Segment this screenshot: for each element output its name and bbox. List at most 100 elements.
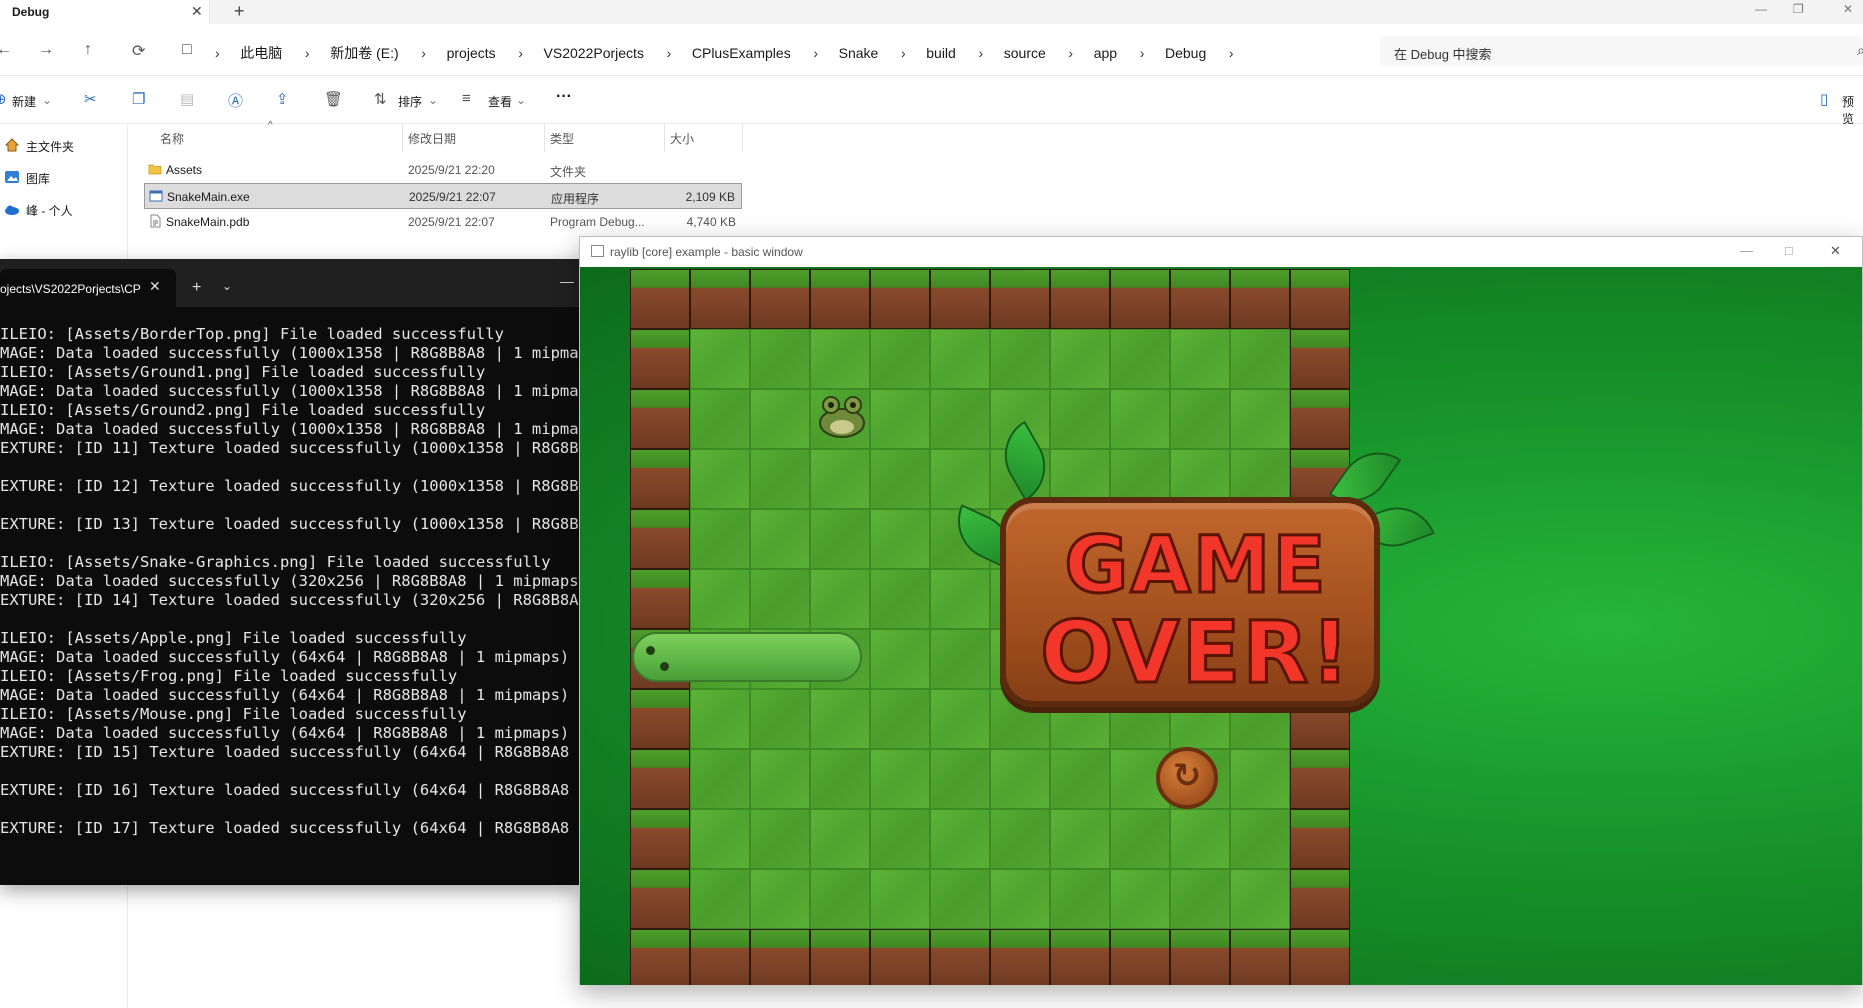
close-icon[interactable]: ✕ bbox=[149, 278, 161, 295]
border-tile bbox=[1110, 929, 1170, 985]
grass-tile bbox=[750, 569, 810, 629]
border-tile bbox=[870, 929, 930, 985]
grass-tile bbox=[690, 869, 750, 929]
column-divider[interactable] bbox=[544, 124, 545, 152]
search-icon[interactable]: ⌕ bbox=[1857, 42, 1863, 59]
tab-close-icon[interactable]: ✕ bbox=[191, 3, 203, 20]
restore-icon[interactable]: ❐ bbox=[1793, 2, 1804, 16]
this-pc-icon[interactable]: □ bbox=[182, 41, 192, 59]
minimize-icon[interactable]: — bbox=[1740, 243, 1753, 258]
file-row-assets[interactable]: Assets 2025/9/21 22:20 文件夹 bbox=[144, 157, 742, 183]
game-titlebar[interactable]: raylib [core] example - basic window — □… bbox=[580, 237, 1862, 267]
close-icon[interactable]: ✕ bbox=[1843, 2, 1853, 16]
explorer-tab[interactable]: Debug ✕ bbox=[0, 0, 210, 24]
column-divider[interactable] bbox=[402, 124, 403, 152]
grass-tile bbox=[1050, 869, 1110, 929]
breadcrumb-separator-icon[interactable]: › bbox=[959, 45, 1000, 61]
chevron-down-icon[interactable]: ⌄ bbox=[222, 279, 232, 293]
breadcrumb-separator-icon[interactable]: › bbox=[1121, 45, 1162, 61]
breadcrumb-item[interactable]: projects bbox=[447, 45, 496, 61]
column-header-type[interactable]: 类型 bbox=[550, 130, 574, 147]
breadcrumb-item[interactable]: source bbox=[1004, 45, 1046, 61]
game-canvas[interactable]: GAME OVER! ↻ bbox=[580, 267, 1862, 985]
grass-tile bbox=[810, 509, 870, 569]
breadcrumb-item[interactable]: 新加卷 (E:) bbox=[330, 43, 398, 63]
breadcrumb-separator-icon[interactable]: › bbox=[286, 45, 327, 61]
breadcrumb-separator-icon[interactable]: › bbox=[402, 45, 443, 61]
search-input[interactable]: 在 Debug 中搜索 ⌕ bbox=[1380, 36, 1863, 66]
terminal-tab[interactable]: ojects\VS2022Porjects\CP ✕ bbox=[0, 269, 176, 307]
preview-pane-icon[interactable]: ▯ bbox=[1820, 90, 1828, 108]
restart-button[interactable]: ↻ bbox=[1156, 747, 1218, 809]
file-row-snakemain-exe[interactable]: SnakeMain.exe 2025/9/21 22:07 应用程序 2,109… bbox=[144, 183, 742, 209]
maximize-icon[interactable]: □ bbox=[1785, 243, 1793, 258]
view-icon[interactable]: ≡ bbox=[462, 90, 471, 107]
new-icon[interactable]: ⊕ bbox=[0, 90, 7, 108]
column-divider[interactable] bbox=[664, 124, 665, 152]
refresh-button[interactable]: ⟳ bbox=[132, 41, 145, 61]
frog-icon bbox=[819, 396, 865, 438]
border-tile bbox=[630, 449, 690, 509]
new-terminal-tab-button[interactable]: + bbox=[192, 279, 201, 297]
rename-icon[interactable]: Ⓐ bbox=[228, 90, 243, 111]
grass-tile bbox=[1230, 809, 1290, 869]
grass-tile bbox=[1230, 749, 1290, 809]
close-icon[interactable]: ✕ bbox=[1830, 243, 1841, 259]
breadcrumb-separator-icon[interactable]: › bbox=[1049, 45, 1090, 61]
breadcrumb-separator-icon[interactable]: › bbox=[794, 45, 835, 61]
pdb-file-icon bbox=[150, 214, 161, 228]
sort-icon[interactable]: ⇅ bbox=[374, 90, 387, 108]
grass-tile bbox=[990, 329, 1050, 389]
column-header-name[interactable]: 名称 bbox=[160, 130, 184, 147]
border-tile bbox=[630, 689, 690, 749]
breadcrumb-item[interactable]: app bbox=[1094, 45, 1117, 61]
column-header-size[interactable]: 大小 bbox=[670, 130, 694, 147]
cut-icon[interactable]: ✂ bbox=[84, 90, 97, 108]
chevron-down-icon[interactable]: ⌄ bbox=[428, 93, 438, 107]
breadcrumb-item[interactable]: 此电脑 bbox=[240, 43, 282, 63]
share-icon[interactable]: ⇪ bbox=[276, 90, 289, 108]
grass-tile bbox=[750, 809, 810, 869]
terminal-window[interactable]: ojects\VS2022Porjects\CP ✕ + ⌄ — ILEIO: … bbox=[0, 259, 580, 885]
chevron-down-icon[interactable]: ⌄ bbox=[42, 93, 52, 107]
forward-button[interactable]: → bbox=[38, 41, 54, 59]
breadcrumb-item[interactable]: build bbox=[926, 45, 956, 61]
home-icon bbox=[4, 138, 20, 152]
grass-tile bbox=[870, 689, 930, 749]
paste-icon[interactable]: ▤ bbox=[180, 90, 194, 108]
up-button[interactable]: ↑ bbox=[84, 41, 92, 59]
breadcrumb-item[interactable]: Snake bbox=[839, 45, 879, 61]
column-header-modified[interactable]: 修改日期 bbox=[408, 130, 456, 147]
delete-icon[interactable]: 🗑 bbox=[324, 90, 343, 108]
column-divider[interactable] bbox=[742, 124, 743, 152]
border-tile bbox=[630, 569, 690, 629]
grass-tile bbox=[1170, 809, 1230, 869]
file-row-snakemain-pdb[interactable]: SnakeMain.pdb 2025/9/21 22:07 Program De… bbox=[144, 209, 742, 235]
terminal-line: EXTURE: [ID 14] Texture loaded successfu… bbox=[0, 591, 580, 609]
new-tab-button[interactable]: + bbox=[234, 1, 245, 22]
sort-button[interactable]: 排序 bbox=[398, 93, 422, 110]
terminal-line: ILEIO: [Assets/Ground2.png] File loaded … bbox=[0, 401, 486, 419]
breadcrumb-item[interactable]: CPlusExamples bbox=[692, 45, 791, 61]
view-button[interactable]: 查看 bbox=[488, 93, 512, 110]
breadcrumb-separator-icon[interactable]: › bbox=[882, 45, 923, 61]
back-button[interactable]: ← bbox=[0, 41, 12, 59]
border-tile bbox=[1110, 269, 1170, 329]
grass-tile bbox=[870, 389, 930, 449]
breadcrumb-separator-icon[interactable]: › bbox=[648, 45, 689, 61]
copy-icon[interactable]: ❐ bbox=[132, 90, 145, 108]
minimize-icon[interactable]: — bbox=[560, 273, 574, 289]
breadcrumb-separator-icon[interactable]: › bbox=[1210, 45, 1251, 61]
breadcrumb-separator-icon[interactable]: › bbox=[499, 45, 540, 61]
new-button[interactable]: 新建 bbox=[12, 93, 36, 110]
search-placeholder: 在 Debug 中搜索 bbox=[1394, 47, 1492, 62]
breadcrumb-item-current[interactable]: Debug bbox=[1165, 45, 1206, 61]
breadcrumb-separator-icon[interactable]: › bbox=[215, 45, 237, 61]
more-options-button[interactable]: ··· bbox=[556, 88, 572, 106]
chevron-down-icon[interactable]: ⌄ bbox=[516, 93, 526, 107]
breadcrumb-item[interactable]: VS2022Porjects bbox=[544, 45, 644, 61]
preview-button[interactable]: 预览 bbox=[1842, 93, 1863, 127]
minimize-icon[interactable]: — bbox=[1755, 2, 1767, 16]
